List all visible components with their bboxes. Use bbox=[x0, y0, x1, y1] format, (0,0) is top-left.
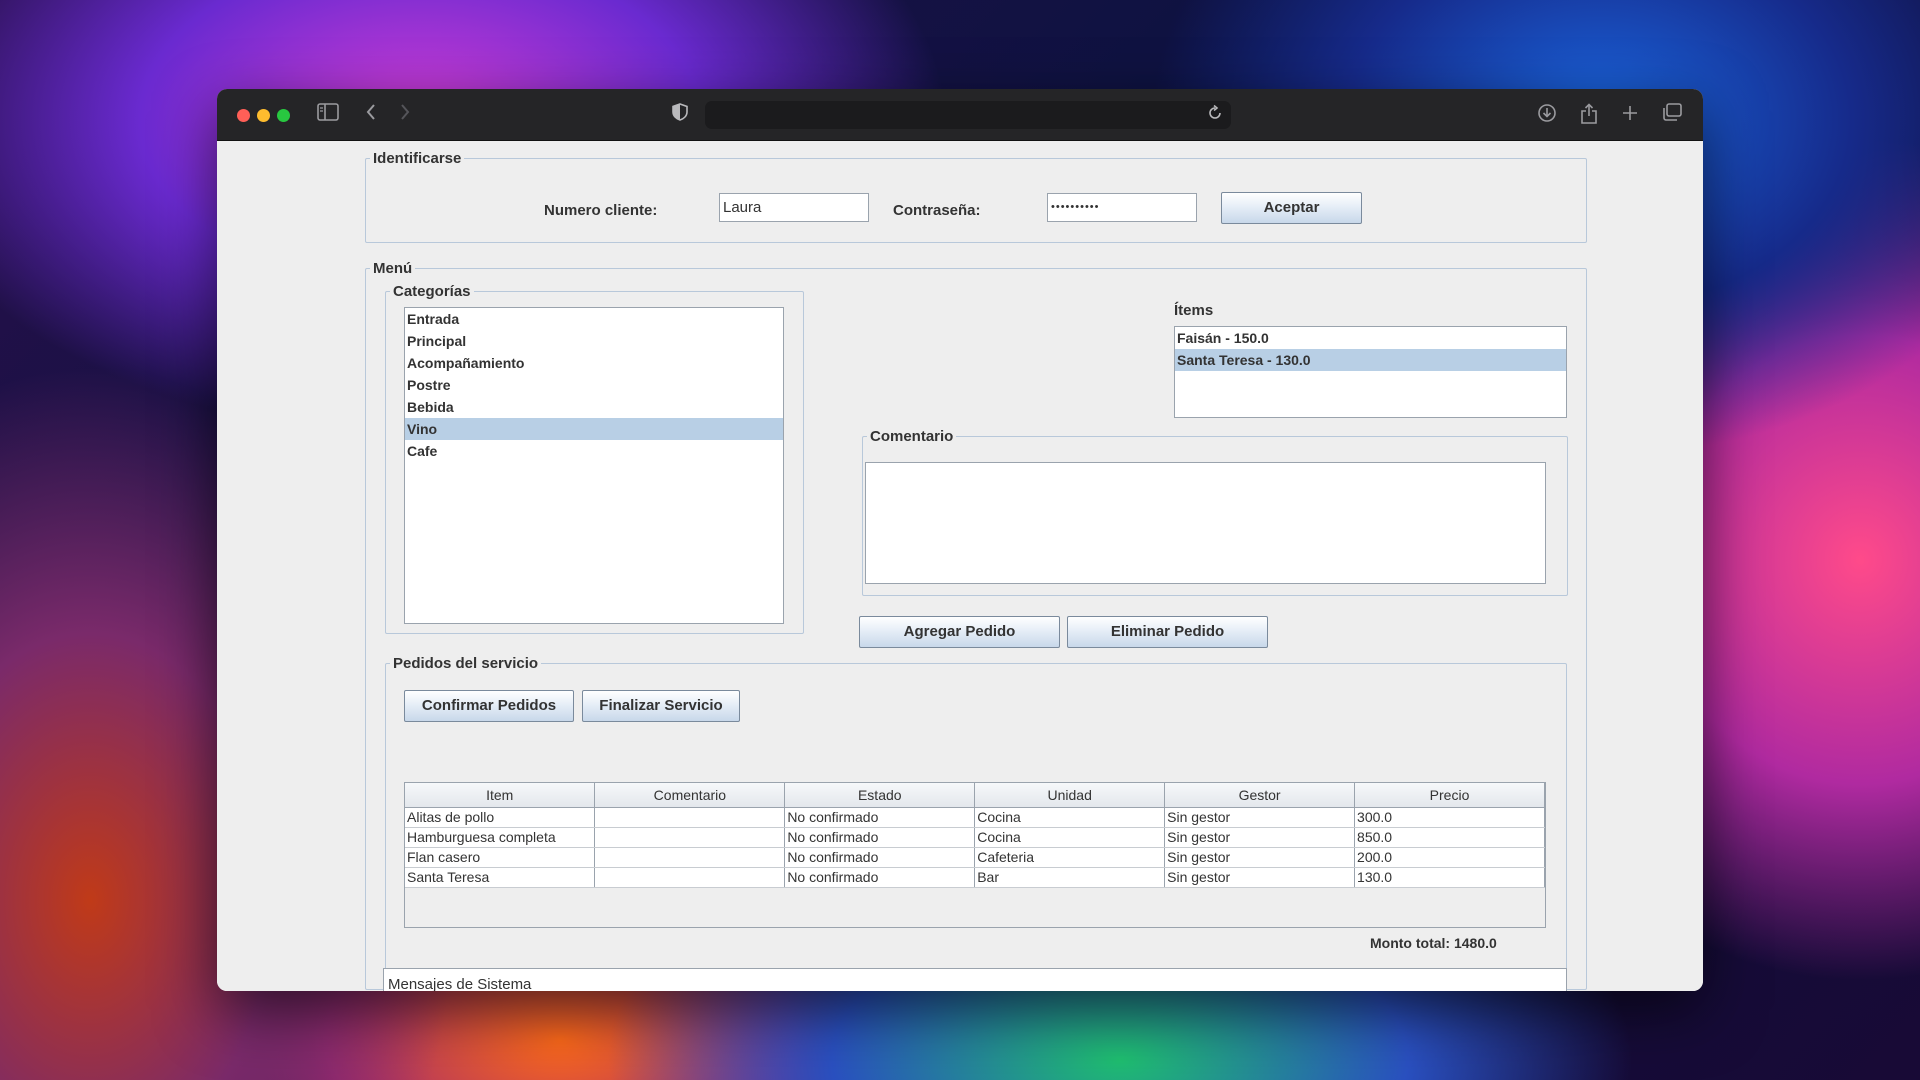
cell-unit: Cocina bbox=[974, 827, 1166, 848]
table-row[interactable]: Alitas de pollo No confirmado Cocina Sin… bbox=[405, 807, 1545, 828]
cell-price: 130.0 bbox=[1354, 867, 1545, 888]
category-item[interactable]: Entrada bbox=[405, 308, 783, 330]
tabs-overview-icon[interactable] bbox=[1660, 103, 1684, 127]
cell-status: No confirmado bbox=[784, 847, 976, 868]
cell-item: Hamburguesa completa bbox=[405, 827, 596, 848]
menu-item[interactable]: Faisán - 150.0 bbox=[1175, 327, 1566, 349]
remove-order-button[interactable]: Eliminar Pedido bbox=[1067, 616, 1268, 648]
system-messages: Mensajes de Sistema bbox=[383, 968, 1567, 991]
comment-legend: Comentario bbox=[870, 428, 954, 445]
minimize-window-button[interactable] bbox=[257, 109, 270, 122]
cell-unit: Bar bbox=[974, 867, 1166, 888]
sidebar-icon[interactable] bbox=[315, 103, 341, 127]
cell-manager: Sin gestor bbox=[1164, 847, 1356, 868]
login-panel: Identificarse bbox=[365, 150, 1587, 243]
column-header[interactable]: Precio bbox=[1354, 783, 1545, 808]
browser-window: Identificarse Numero cliente: Laura Cont… bbox=[217, 89, 1703, 991]
cell-price: 300.0 bbox=[1354, 807, 1545, 828]
column-header[interactable]: Estado bbox=[784, 783, 976, 808]
items-label: Ítems bbox=[1174, 302, 1214, 319]
cell-manager: Sin gestor bbox=[1164, 807, 1356, 828]
browser-toolbar bbox=[217, 89, 1703, 141]
cell-manager: Sin gestor bbox=[1164, 827, 1356, 848]
cell-item: Flan casero bbox=[405, 847, 596, 868]
orders-table: Item Comentario Estado Unidad Gestor Pre… bbox=[404, 782, 1546, 928]
cell-unit: Cocina bbox=[974, 807, 1166, 828]
category-item[interactable]: Cafe bbox=[405, 440, 783, 462]
finish-service-button[interactable]: Finalizar Servicio bbox=[582, 690, 740, 722]
zoom-window-button[interactable] bbox=[277, 109, 290, 122]
address-bar[interactable] bbox=[705, 101, 1231, 129]
category-item[interactable]: Principal bbox=[405, 330, 783, 352]
table-row[interactable]: Hamburguesa completa No confirmado Cocin… bbox=[405, 827, 1545, 848]
cell-status: No confirmado bbox=[784, 867, 976, 888]
download-icon[interactable] bbox=[1535, 103, 1559, 127]
orders-legend: Pedidos del servicio bbox=[393, 655, 539, 672]
total-amount: Monto total: 1480.0 bbox=[1370, 935, 1497, 951]
table-row[interactable]: Flan casero No confirmado Cafeteria Sin … bbox=[405, 847, 1545, 868]
table-row[interactable]: Santa Teresa No confirmado Bar Sin gesto… bbox=[405, 867, 1545, 888]
cell-comment bbox=[594, 847, 786, 868]
client-number-input[interactable]: Laura bbox=[719, 193, 869, 222]
categories-list[interactable]: Entrada Principal Acompañamiento Postre … bbox=[404, 307, 784, 624]
app-content: Identificarse Numero cliente: Laura Cont… bbox=[217, 141, 1703, 991]
column-header[interactable]: Item bbox=[405, 783, 596, 808]
password-input[interactable]: •••••••••• bbox=[1047, 193, 1197, 222]
menu-item-selected[interactable]: Santa Teresa - 130.0 bbox=[1175, 349, 1566, 371]
confirm-orders-button[interactable]: Confirmar Pedidos bbox=[404, 690, 574, 722]
back-icon[interactable] bbox=[361, 103, 381, 127]
items-list[interactable]: Faisán - 150.0 Santa Teresa - 130.0 bbox=[1174, 326, 1567, 418]
cell-status: No confirmado bbox=[784, 807, 976, 828]
cell-comment bbox=[594, 867, 786, 888]
login-legend: Identificarse bbox=[373, 150, 462, 167]
add-order-button[interactable]: Agregar Pedido bbox=[859, 616, 1060, 648]
cell-status: No confirmado bbox=[784, 827, 976, 848]
categories-legend: Categorías bbox=[393, 283, 471, 300]
cell-comment bbox=[594, 807, 786, 828]
cell-price: 850.0 bbox=[1354, 827, 1545, 848]
category-item[interactable]: Bebida bbox=[405, 396, 783, 418]
menu-legend: Menú bbox=[373, 260, 413, 277]
shield-icon[interactable] bbox=[669, 103, 691, 127]
category-item[interactable]: Postre bbox=[405, 374, 783, 396]
comment-textarea[interactable] bbox=[865, 462, 1546, 584]
close-window-button[interactable] bbox=[237, 109, 250, 122]
cell-price: 200.0 bbox=[1354, 847, 1545, 868]
client-number-label: Numero cliente: bbox=[544, 202, 658, 219]
category-item[interactable]: Acompañamiento bbox=[405, 352, 783, 374]
forward-icon[interactable] bbox=[395, 103, 415, 127]
column-header[interactable]: Unidad bbox=[974, 783, 1166, 808]
cell-unit: Cafeteria bbox=[974, 847, 1166, 868]
cell-comment bbox=[594, 827, 786, 848]
cell-item: Alitas de pollo bbox=[405, 807, 596, 828]
share-icon[interactable] bbox=[1578, 103, 1600, 127]
accept-button[interactable]: Aceptar bbox=[1221, 192, 1362, 224]
cell-item: Santa Teresa bbox=[405, 867, 596, 888]
category-item-selected[interactable]: Vino bbox=[405, 418, 783, 440]
reload-icon[interactable] bbox=[1207, 104, 1223, 127]
table-header-row: Item Comentario Estado Unidad Gestor Pre… bbox=[405, 783, 1545, 808]
new-tab-icon[interactable] bbox=[1619, 103, 1641, 127]
column-header[interactable]: Gestor bbox=[1164, 783, 1356, 808]
cell-manager: Sin gestor bbox=[1164, 867, 1356, 888]
column-header[interactable]: Comentario bbox=[594, 783, 786, 808]
password-label: Contraseña: bbox=[893, 202, 981, 219]
